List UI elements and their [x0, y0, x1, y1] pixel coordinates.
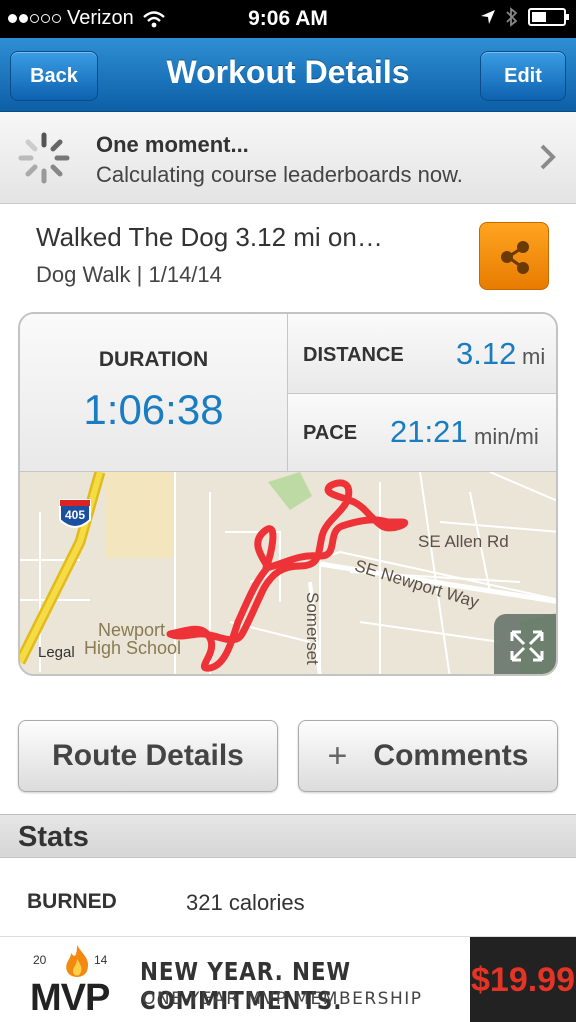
- distance-unit: mi: [522, 344, 546, 369]
- loading-spinner-icon: [18, 132, 70, 184]
- field-area: [105, 472, 175, 558]
- pace-cell: PACE 21:21 min/mi: [288, 394, 556, 472]
- park-area: [268, 472, 312, 510]
- expand-map-button[interactable]: [494, 614, 556, 674]
- share-button[interactable]: [479, 222, 549, 290]
- stats-section-header: Stats: [0, 814, 576, 858]
- map-label-somerset: Somerset: [303, 592, 322, 665]
- pace-label: PACE: [303, 422, 358, 444]
- navigation-bar: Back Workout Details Edit: [0, 38, 576, 112]
- ad-year-right: 14: [94, 953, 108, 967]
- workout-summary-card: DURATION 1:06:38 DISTANCE 3.12 mi PACE 2…: [18, 312, 558, 676]
- battery-icon: [528, 8, 569, 26]
- pace-value: 21:21: [390, 414, 468, 449]
- ad-subline: ONE-YEAR MVP MEMBERSHIP: [142, 989, 423, 1009]
- bluetooth-icon: [506, 7, 518, 27]
- distance-value: 3.12: [456, 336, 517, 371]
- expand-icon: [510, 630, 544, 662]
- edit-button[interactable]: Edit: [480, 51, 566, 101]
- ad-brand-logo: MVP: [30, 977, 110, 1019]
- burned-value: 321 calories: [186, 890, 305, 915]
- map-label-school-line2: High School: [84, 638, 182, 658]
- comments-button[interactable]: + Comments: [298, 720, 558, 792]
- plus-icon: +: [327, 736, 348, 775]
- banner-message: Calculating course leaderboards now.: [96, 162, 463, 187]
- route-details-button[interactable]: Route Details: [18, 720, 278, 792]
- stats-header-label: Stats: [18, 821, 89, 853]
- ad-year-left: 20: [33, 953, 47, 967]
- mvp-ad-banner[interactable]: 20 14 MVP NEW YEAR. NEW COMMITMENTS. ONE…: [0, 936, 576, 1022]
- banner-title: One moment...: [96, 132, 249, 157]
- share-icon: [501, 241, 529, 274]
- distance-cell: DISTANCE 3.12 mi: [288, 314, 556, 394]
- chevron-right-icon: [540, 144, 556, 170]
- burned-label: BURNED: [27, 890, 117, 913]
- pace-unit: min/mi: [474, 424, 539, 449]
- interstate-number: 405: [65, 508, 85, 522]
- status-bar: Verizon 9:06 AM: [0, 0, 576, 38]
- location-arrow-icon: [481, 10, 495, 24]
- map-legal-link[interactable]: Legal: [38, 644, 75, 661]
- duration-cell: DURATION 1:06:38: [20, 314, 288, 472]
- route-map[interactable]: 405 SE Allen Rd SE Newport Way Somerset …: [20, 472, 556, 674]
- interstate-shield-band: [60, 500, 90, 506]
- leaderboard-loading-banner[interactable]: One moment... Calculating course leaderb…: [0, 112, 576, 204]
- comments-label: Comments: [373, 739, 529, 772]
- duration-value: 1:06:38: [83, 386, 224, 433]
- ad-price: $19.99: [470, 937, 576, 1022]
- workout-subtitle: Dog Walk | 1/14/14: [36, 262, 222, 287]
- map-label-allen-rd: SE Allen Rd: [418, 532, 509, 551]
- duration-label: DURATION: [98, 348, 209, 371]
- workout-title: Walked The Dog 3.12 mi on…: [36, 222, 383, 252]
- flame-logo-icon: [66, 945, 89, 977]
- distance-label: DISTANCE: [303, 344, 404, 366]
